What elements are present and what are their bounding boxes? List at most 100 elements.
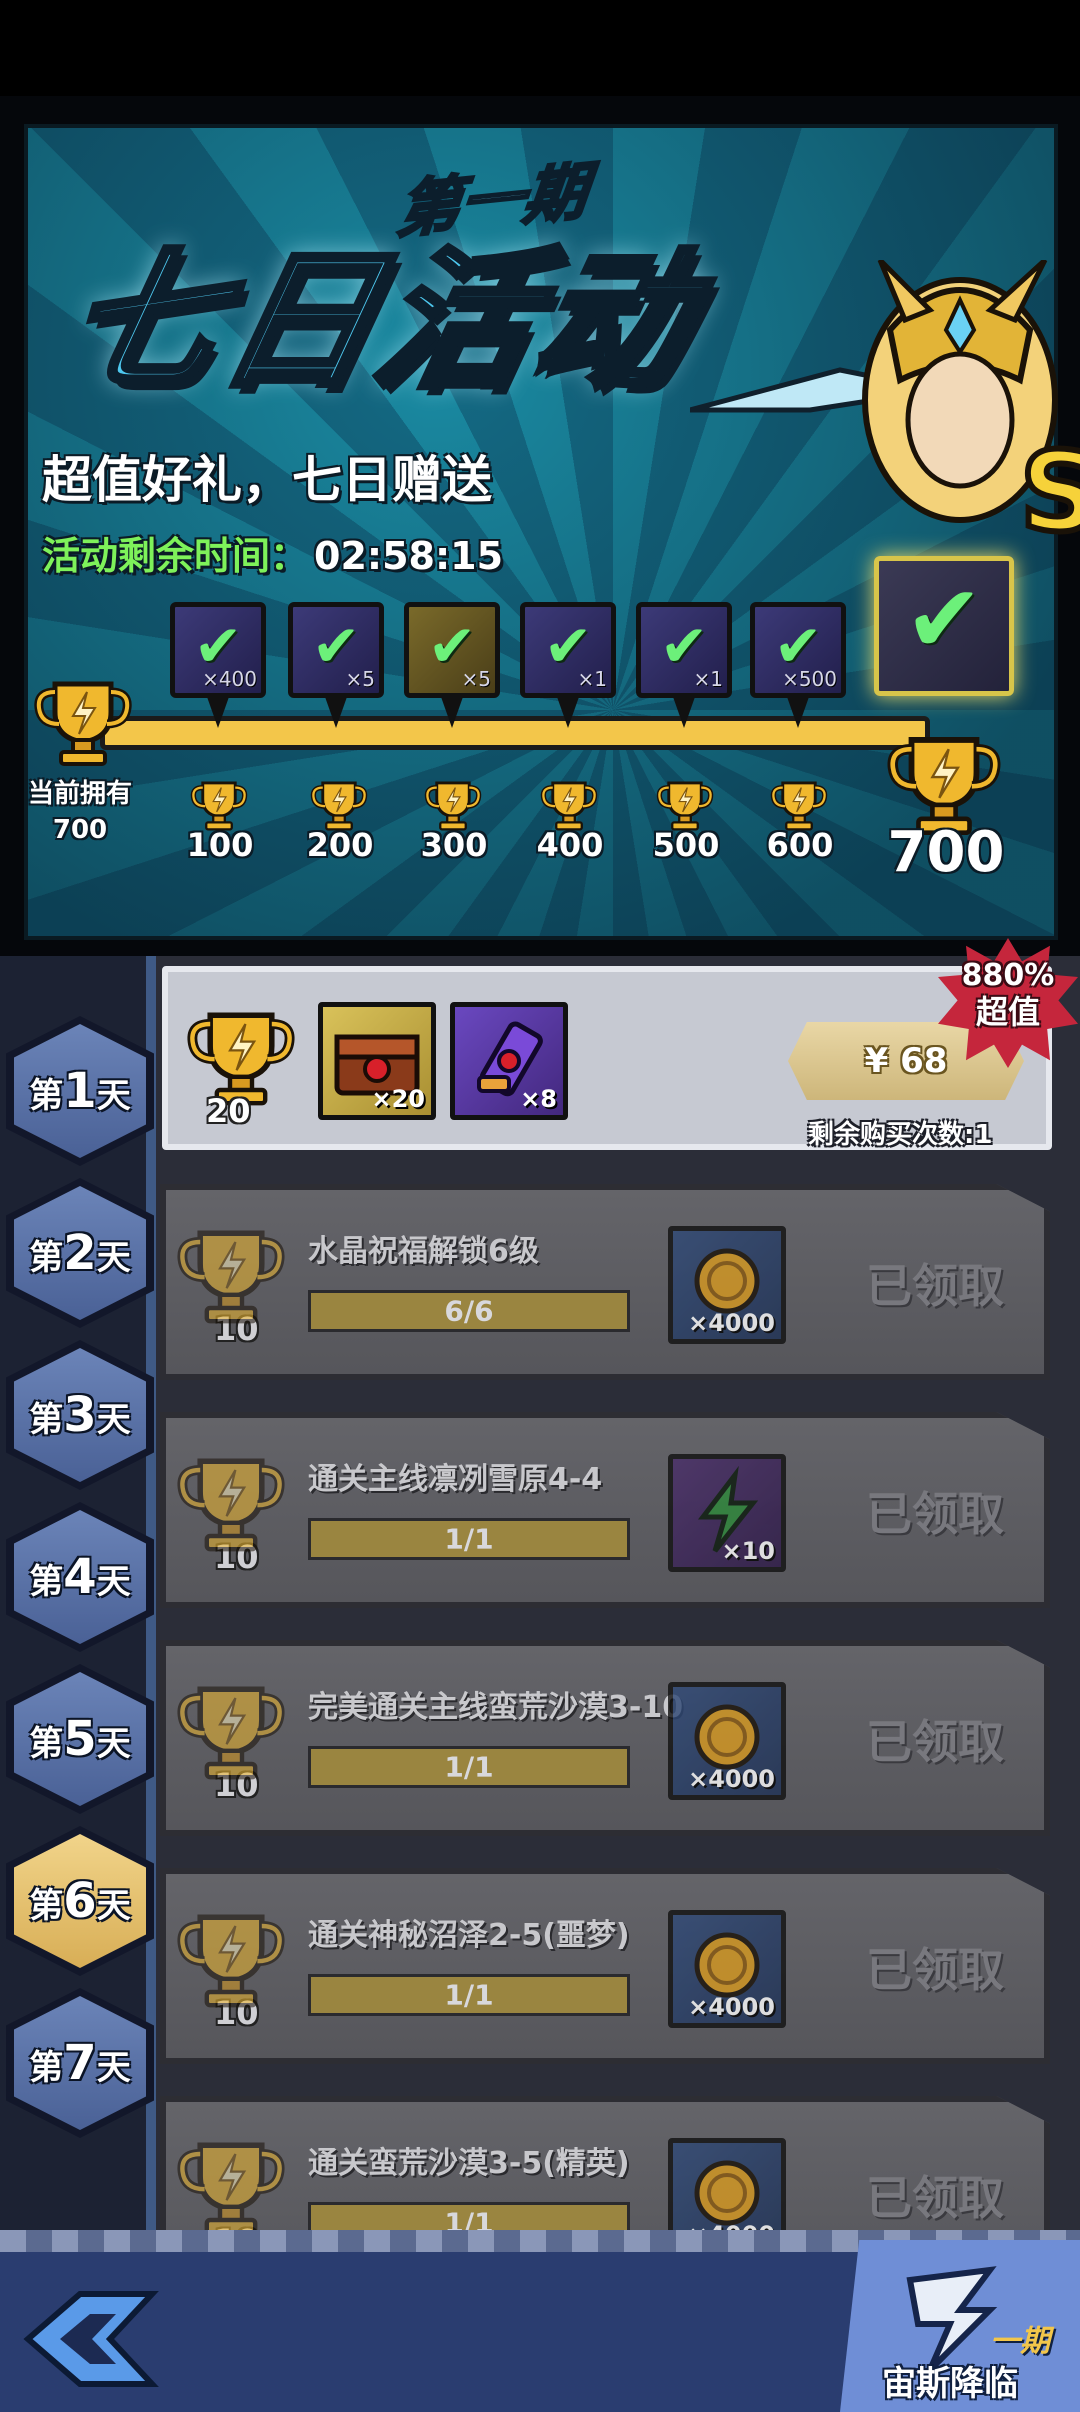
task-title: 通关蛮荒沙漠3-5(精英) — [308, 2146, 630, 2181]
current-trophy-icon — [24, 672, 142, 772]
milestone-points: 600 — [766, 826, 834, 864]
milestone-points: 700 — [887, 820, 1005, 885]
task-progress-bar: 6/6 — [308, 1290, 630, 1332]
task-progress-text: 1/1 — [444, 1522, 494, 1556]
milestone-pointer — [324, 694, 348, 728]
trophy-icon — [166, 2132, 296, 2242]
task-progress-bar: 1/1 — [308, 1974, 630, 2016]
trophy-icon — [166, 1904, 296, 2014]
bundle-item[interactable]: ×20 — [318, 1002, 436, 1120]
task-card: 10 通关主线凛冽雪原4-4 1/1 ×10 已领取 — [160, 1412, 1050, 1608]
remaining-purchases: 剩余购买次数:1 — [808, 1120, 993, 1150]
trophy-icon — [166, 1220, 296, 1330]
hero-rank-badge: S — [1020, 428, 1080, 540]
trophy-icon — [166, 1448, 296, 1558]
task-reward-item[interactable]: ×4000 — [668, 1226, 786, 1344]
milestone-points: 400 — [536, 826, 604, 864]
milestone-pointer — [786, 694, 810, 728]
milestone-points: 100 — [186, 826, 254, 864]
milestone-reward[interactable]: ✔ ×5 — [288, 602, 384, 698]
event-title: 七日活动 — [48, 232, 715, 412]
claimed-status: 已领取 — [866, 1259, 1004, 1313]
back-button[interactable] — [20, 2284, 160, 2394]
task-progress-bar: 1/1 — [308, 1746, 630, 1788]
claimed-status: 已领取 — [866, 2171, 1004, 2225]
task-progress-text: 6/6 — [444, 1294, 494, 1328]
day-tab-label: 第2天 — [29, 1225, 131, 1281]
milestone-points: 300 — [420, 826, 488, 864]
claimed-status: 已领取 — [866, 1943, 1004, 1997]
timer-label: 活动剩余时间： — [42, 534, 309, 578]
owned-label: 当前拥有 — [27, 779, 132, 809]
task-progress-bar: 1/1 — [308, 1518, 630, 1560]
claimed-status: 已领取 — [866, 1487, 1004, 1541]
milestone-reward[interactable]: ✔ ×1 — [636, 602, 732, 698]
event-subtitle: 超值好礼，七日赠送 — [42, 451, 492, 509]
milestone-reward[interactable]: ✔ ×400 — [170, 602, 266, 698]
bundle-item[interactable]: ×8 — [450, 1002, 568, 1120]
day-tab-label: 第5天 — [29, 1711, 131, 1767]
bundle-trophy-value: 20 — [206, 1092, 251, 1130]
task-reward-item[interactable]: ×4000 — [668, 1682, 786, 1800]
tab-day-2[interactable]: 第2天 — [6, 1178, 154, 1328]
milestone-reward[interactable]: ✔ ×500 — [750, 602, 846, 698]
task-progress-text: 1/1 — [444, 1978, 494, 2012]
status-bar — [0, 0, 1080, 96]
task-reward-qty: ×10 — [721, 1537, 775, 1565]
tab-day-7[interactable]: 第7天 — [6, 1988, 154, 2138]
event-timer: 活动剩余时间： 02:58:15 — [42, 525, 503, 580]
milestone-reward-qty: ×1 — [693, 667, 723, 691]
task-card: 10 水晶祝福解锁6级 6/6 ×4000 已领取 — [160, 1184, 1050, 1380]
task-reward-item[interactable]: ×10 — [668, 1454, 786, 1572]
milestone-reward-qty: ×5 — [345, 667, 375, 691]
timer-value: 02:58:15 — [314, 534, 504, 578]
milestone-reward-qty: ×400 — [202, 667, 257, 691]
task-card: 10 完美通关主线蛮荒沙漠3-10 1/1 ×4000 已领取 — [160, 1640, 1050, 1836]
milestone-pointer — [556, 694, 580, 728]
task-reward-qty: ×4000 — [688, 1765, 775, 1793]
milestone-points: 200 — [306, 826, 374, 864]
milestone-pointer — [672, 694, 696, 728]
tab-day-5[interactable]: 第5天 — [6, 1664, 154, 1814]
task-title: 通关神秘沼泽2-5(噩梦) — [308, 1918, 630, 1953]
claimed-status: 已领取 — [866, 1715, 1004, 1769]
milestone-reward-qty: ×500 — [782, 667, 837, 691]
task-title: 水晶祝福解锁6级 — [308, 1234, 539, 1269]
check-icon: ✔ — [904, 565, 984, 674]
bundle-item-qty: ×20 — [371, 1085, 425, 1113]
owned-value: 700 — [52, 815, 108, 845]
tab-day-3[interactable]: 第3天 — [6, 1340, 154, 1490]
milestone-points: 500 — [652, 826, 720, 864]
milestone-reward-qty: ×1 — [577, 667, 607, 691]
milestone-reward[interactable]: ✔ ×5 — [404, 602, 500, 698]
paid-bundle-card: 20 ×20 ×8 ¥ 68 剩余购买次数:1 — [162, 966, 1052, 1150]
task-progress-text: 1/1 — [444, 1750, 494, 1784]
value-badge-text: 880% 超值 — [938, 958, 1078, 1030]
grand-reward[interactable]: ✔ — [874, 556, 1014, 696]
milestone-pointer — [440, 694, 464, 728]
zeus-event-period: 一期 — [990, 2324, 1050, 2359]
value-label: 超值 — [975, 993, 1040, 1031]
milestone-reward[interactable]: ✔ ×1 — [520, 602, 616, 698]
task-title: 完美通关主线蛮荒沙漠3-10 — [308, 1690, 684, 1725]
day-tab-label: 第3天 — [29, 1387, 131, 1443]
day-tab-label: 第7天 — [29, 2035, 131, 2091]
bundle-item-qty: ×8 — [520, 1085, 557, 1113]
trophy-icon — [166, 1676, 296, 1786]
task-title: 通关主线凛冽雪原4-4 — [308, 1462, 603, 1497]
day-tab-label: 第6天 — [29, 1873, 131, 1929]
task-reward-qty: ×4000 — [688, 1309, 775, 1337]
milestone-pointer — [206, 694, 230, 728]
tab-day-6[interactable]: 第6天 — [6, 1826, 154, 1976]
task-reward-item[interactable]: ×4000 — [668, 1910, 786, 2028]
milestone-reward-qty: ×5 — [461, 667, 491, 691]
zeus-event-label: 宙斯降临 — [882, 2364, 1018, 2404]
day-tab-label: 第4天 — [29, 1549, 131, 1605]
tab-day-1[interactable]: 第1天 — [6, 1016, 154, 1166]
value-percent: 880% — [961, 958, 1055, 993]
task-reward-qty: ×4000 — [688, 1993, 775, 2021]
day-tab-label: 第1天 — [29, 1063, 131, 1119]
tab-day-4[interactable]: 第4天 — [6, 1502, 154, 1652]
owned-points: 当前拥有 700 — [18, 776, 142, 848]
task-card: 10 通关神秘沼泽2-5(噩梦) 1/1 ×4000 已领取 — [160, 1868, 1050, 2064]
